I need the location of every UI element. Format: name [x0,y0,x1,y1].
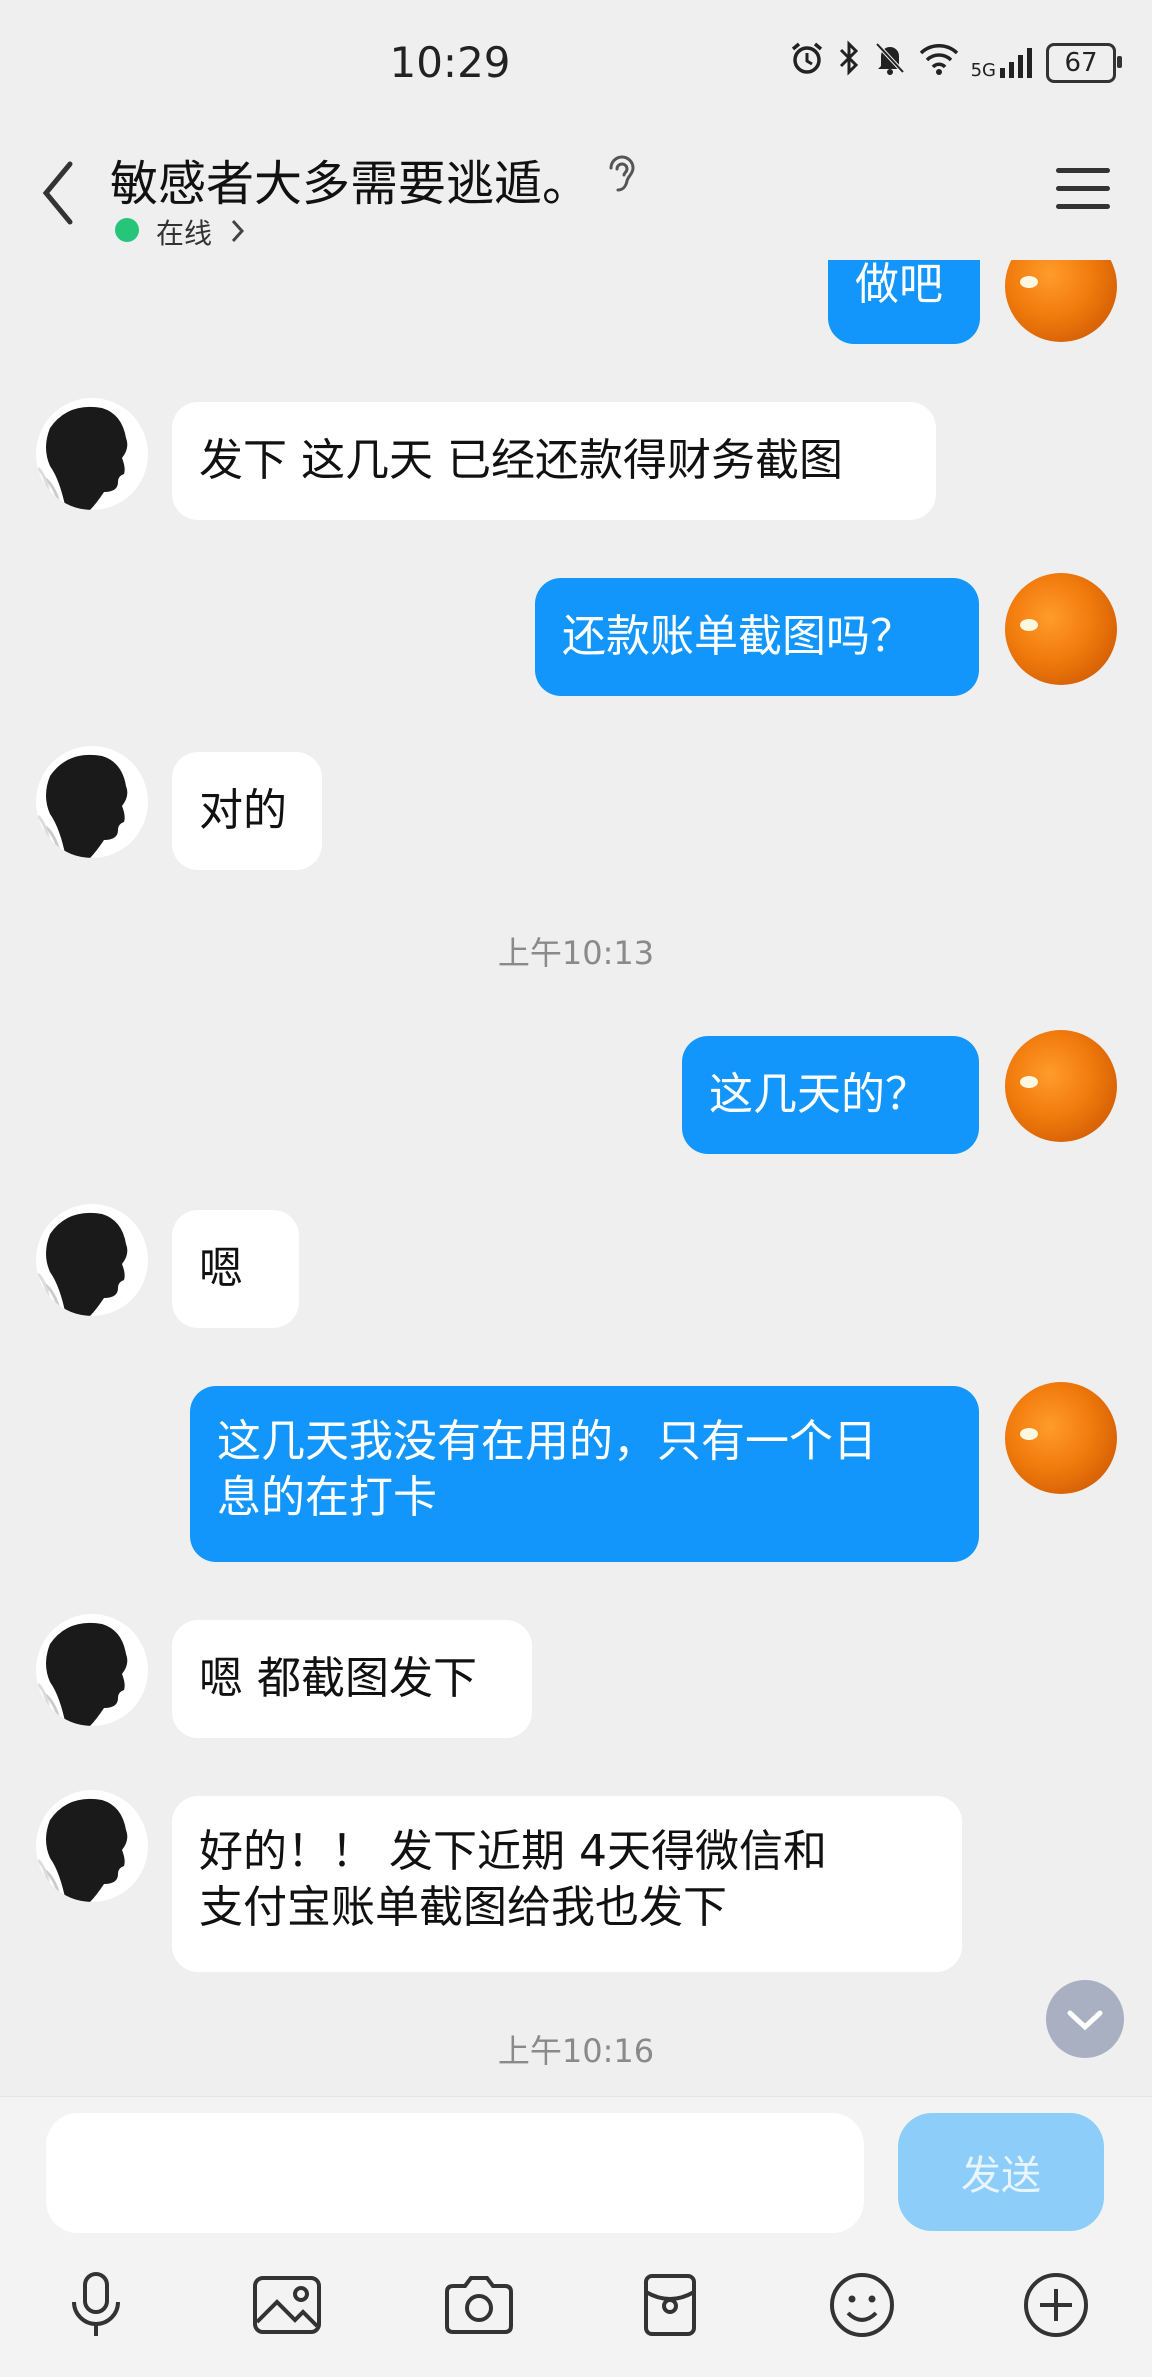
chat-header: 敏感者大多需要逃遁。 在线 [0,130,1152,260]
microphone-icon[interactable] [56,2265,136,2345]
avatar-self[interactable] [1005,260,1117,342]
input-bar: 发送 [0,2096,1152,2377]
mute-bell-icon [873,40,907,85]
message-bubble[interactable]: 这几天的？ [682,1036,979,1154]
ear-icon[interactable] [605,152,639,194]
message-input[interactable] [46,2113,864,2233]
avatar-self[interactable] [1005,1382,1117,1494]
wifi-icon [919,41,959,84]
message-bubble[interactable]: 嗯 [172,1210,299,1328]
message-bubble[interactable]: 对的 [172,752,322,870]
status-icons: 5G 67 [789,40,1122,85]
signal-icon: 5G [971,46,1034,80]
message-timestamp: 上午10:16 [497,2032,655,2070]
chevron-down-icon [1067,2010,1103,2031]
message-bubble[interactable]: 发下 这几天 已经还款得财务截图 [172,402,936,520]
bluetooth-icon [837,40,861,85]
avatar-contact[interactable] [36,746,148,858]
avatar-self[interactable] [1005,1030,1117,1142]
message-list[interactable]: 做吧 发下 这几天 已经还款得财务截图 还款账单截图吗？ 对的 上午10:13 … [0,260,1152,2096]
avatar-contact[interactable] [36,1614,148,1726]
message-timestamp: 上午10:13 [497,934,655,972]
avatar-contact[interactable] [36,1790,148,1902]
camera-icon[interactable] [439,2265,519,2345]
avatar-self[interactable] [1005,573,1117,685]
status-bar: 10:29 5G 67 [0,0,1152,130]
network-type: 5G [970,59,996,81]
message-bubble[interactable]: 好的！！ 发下近期 4天得微信和 支付宝账单截图给我也发下 [172,1796,962,1972]
menu-icon[interactable] [1056,168,1110,222]
message-bubble[interactable]: 做吧 [828,260,980,344]
send-button[interactable]: 发送 [898,2113,1104,2231]
back-arrow-icon[interactable] [38,158,78,228]
red-packet-icon[interactable] [630,2265,710,2345]
message-bubble[interactable]: 嗯 都截图发下 [172,1620,532,1738]
battery-indicator: 67 [1046,42,1122,83]
avatar-contact[interactable] [36,1204,148,1316]
alarm-icon [789,40,825,85]
online-status-dot [115,218,139,242]
scroll-to-bottom-button[interactable] [1046,1980,1124,2058]
avatar-contact[interactable] [36,398,148,510]
chat-title[interactable]: 敏感者大多需要逃遁。 [110,144,590,214]
status-time: 10:29 [389,38,511,87]
chevron-right-icon[interactable] [230,218,246,244]
image-icon[interactable] [247,2265,327,2345]
emoji-icon[interactable] [822,2265,902,2345]
online-status-label[interactable]: 在线 [156,212,212,252]
message-bubble[interactable]: 这几天我没有在用的，只有一个日 息的在打卡 [190,1386,979,1562]
message-bubble[interactable]: 还款账单截图吗？ [535,578,979,696]
plus-icon[interactable] [1016,2265,1096,2345]
